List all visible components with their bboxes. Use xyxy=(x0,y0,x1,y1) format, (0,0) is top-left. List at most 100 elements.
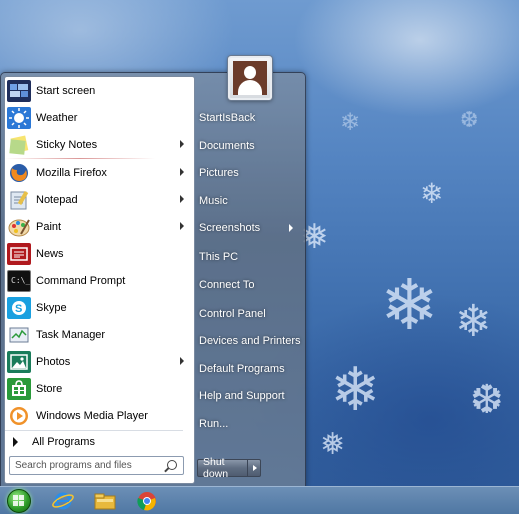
snowflake-decoration: ❅ xyxy=(320,427,346,462)
snowflake-decoration: ❄ xyxy=(340,108,361,136)
program-label: Photos xyxy=(36,356,71,368)
program-store[interactable]: Store xyxy=(4,376,190,402)
user-picture xyxy=(233,61,267,95)
start-screen-icon xyxy=(7,80,31,102)
place-this-pc[interactable]: This PC xyxy=(199,247,299,267)
file-explorer-icon xyxy=(94,493,116,510)
chrome-icon xyxy=(137,492,156,511)
program-label: Sticky Notes xyxy=(36,139,98,151)
place-label: Pictures xyxy=(199,167,239,179)
all-programs-label: All Programs xyxy=(32,436,95,448)
submenu-arrow-icon xyxy=(180,140,184,148)
firefox-icon xyxy=(7,162,31,184)
place-screenshots[interactable]: Screenshots xyxy=(199,218,299,238)
svg-text:S: S xyxy=(15,303,22,315)
program-photos[interactable]: Photos xyxy=(4,349,190,375)
place-label: Screenshots xyxy=(199,222,261,234)
svg-text:C:\_: C:\_ xyxy=(11,276,30,285)
snowflake-decoration: ❄ xyxy=(380,264,439,346)
place-label: StartIsBack xyxy=(199,112,256,124)
place-connect-to[interactable]: Connect To xyxy=(199,275,299,295)
sticky-notes-icon xyxy=(7,134,31,156)
place-startisback[interactable]: StartIsBack xyxy=(199,108,299,128)
photos-icon xyxy=(7,351,31,373)
place-control-panel[interactable]: Control Panel xyxy=(199,304,299,324)
program-task-manager[interactable]: Task Manager xyxy=(4,322,190,348)
place-default-programs[interactable]: Default Programs xyxy=(199,359,299,379)
taskbar-internet-explorer[interactable] xyxy=(48,489,78,513)
program-label: Notepad xyxy=(36,194,78,206)
program-sticky-notes[interactable]: Sticky Notes xyxy=(4,132,190,158)
place-label: Music xyxy=(199,195,228,207)
submenu-arrow-icon xyxy=(180,168,184,176)
program-label: Command Prompt xyxy=(36,275,126,287)
place-devices-printers[interactable]: Devices and Printers xyxy=(199,331,301,351)
program-label: Weather xyxy=(36,112,78,124)
place-label: This PC xyxy=(199,251,239,263)
program-firefox[interactable]: Mozilla Firefox xyxy=(4,160,190,186)
program-notepad[interactable]: Notepad xyxy=(4,187,190,213)
program-media-player[interactable]: Windows Media Player xyxy=(4,403,190,429)
shutdown-divider xyxy=(247,460,248,476)
shutdown-button[interactable]: Shut down xyxy=(197,456,261,480)
program-label: Mozilla Firefox xyxy=(36,167,107,179)
task-manager-icon xyxy=(7,324,31,346)
program-news[interactable]: News xyxy=(4,241,190,267)
program-label: Start screen xyxy=(36,85,96,97)
place-help-support[interactable]: Help and Support xyxy=(199,386,299,406)
place-label: Control Panel xyxy=(199,308,266,320)
place-label: Connect To xyxy=(199,279,255,291)
program-weather[interactable]: Weather xyxy=(4,105,190,131)
notepad-icon xyxy=(7,189,31,211)
place-run[interactable]: Run... xyxy=(199,414,299,434)
paint-icon xyxy=(7,216,31,238)
place-music[interactable]: Music xyxy=(199,191,299,211)
place-label: Help and Support xyxy=(199,390,285,402)
internet-explorer-icon xyxy=(52,492,74,510)
program-command-prompt[interactable]: C:\_ Command Prompt xyxy=(4,268,190,294)
weather-icon xyxy=(7,107,31,129)
taskbar-file-explorer[interactable] xyxy=(90,489,120,513)
place-label: Devices and Printers xyxy=(199,335,301,347)
snowflake-decoration: ❄ xyxy=(330,355,381,425)
program-paint[interactable]: Paint xyxy=(4,214,190,240)
place-label: Documents xyxy=(199,140,255,152)
program-label: News xyxy=(36,248,64,260)
user-body-shape xyxy=(238,80,262,95)
command-prompt-icon: C:\_ xyxy=(7,270,31,292)
all-programs-button[interactable]: All Programs xyxy=(0,431,190,453)
shutdown-label: Shut down xyxy=(203,456,229,480)
place-label: Default Programs xyxy=(199,363,285,375)
search-icon[interactable] xyxy=(167,460,177,470)
user-head-shape xyxy=(244,66,256,79)
search-input[interactable] xyxy=(15,459,163,472)
snowflake-decoration: ❆ xyxy=(460,108,479,133)
expand-arrow-icon xyxy=(13,437,18,447)
program-start-screen[interactable]: Start screen xyxy=(4,78,190,104)
user-avatar[interactable] xyxy=(228,56,272,100)
pinned-separator xyxy=(5,158,155,159)
snowflake-decoration: ❆ xyxy=(470,377,504,423)
program-label: Paint xyxy=(36,221,62,233)
program-label: Task Manager xyxy=(36,329,106,341)
submenu-arrow-icon xyxy=(289,224,293,232)
program-label: Windows Media Player xyxy=(36,410,148,422)
place-label: Run... xyxy=(199,418,229,430)
start-button[interactable] xyxy=(4,489,34,513)
media-player-icon xyxy=(7,405,31,427)
program-label: Store xyxy=(36,383,63,395)
snowflake-decoration: ❄ xyxy=(455,296,492,347)
program-skype[interactable]: S Skype xyxy=(4,295,190,321)
taskbar xyxy=(0,486,519,514)
snowflake-decoration: ❄ xyxy=(420,177,444,210)
submenu-arrow-icon xyxy=(180,222,184,230)
search-box[interactable] xyxy=(9,456,184,475)
news-icon xyxy=(7,243,31,265)
place-pictures[interactable]: Pictures xyxy=(199,163,299,183)
start-orb-icon xyxy=(7,489,31,513)
program-label: Skype xyxy=(36,302,67,314)
submenu-arrow-icon xyxy=(180,195,184,203)
shutdown-options-arrow-icon[interactable] xyxy=(253,465,257,471)
taskbar-chrome[interactable] xyxy=(132,489,162,513)
place-documents[interactable]: Documents xyxy=(199,136,299,156)
